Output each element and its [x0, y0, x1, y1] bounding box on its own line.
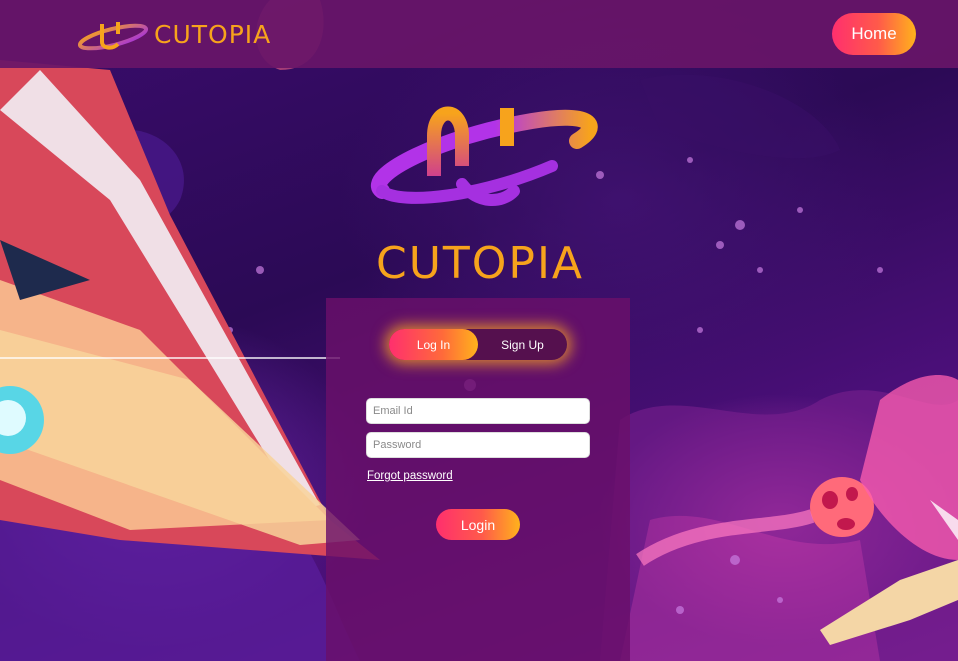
hero-logo: CUTOPIA [362, 96, 598, 296]
tab-log-in[interactable]: Log In [389, 329, 478, 360]
auth-mode-toggle: Log In Sign Up [389, 329, 567, 360]
hero-wordmark: CUTOPIA [375, 238, 585, 289]
home-button[interactable]: Home [832, 13, 916, 55]
brand-wordmark: CUTOPIA [154, 19, 272, 49]
top-navbar: CUTOPIA Home [0, 0, 958, 68]
brand-logo[interactable]: CUTOPIA [78, 16, 271, 52]
auth-panel: Log In Sign Up Forgot password Login [326, 298, 630, 661]
planet-logo-icon [78, 22, 148, 51]
spaceship-illustration [0, 60, 380, 560]
planet-logo-icon [371, 106, 598, 206]
password-field[interactable] [366, 432, 590, 458]
forgot-password-link[interactable]: Forgot password [367, 470, 453, 482]
tab-sign-up[interactable]: Sign Up [478, 329, 567, 360]
login-button[interactable]: Login [436, 509, 520, 540]
email-field[interactable] [366, 398, 590, 424]
